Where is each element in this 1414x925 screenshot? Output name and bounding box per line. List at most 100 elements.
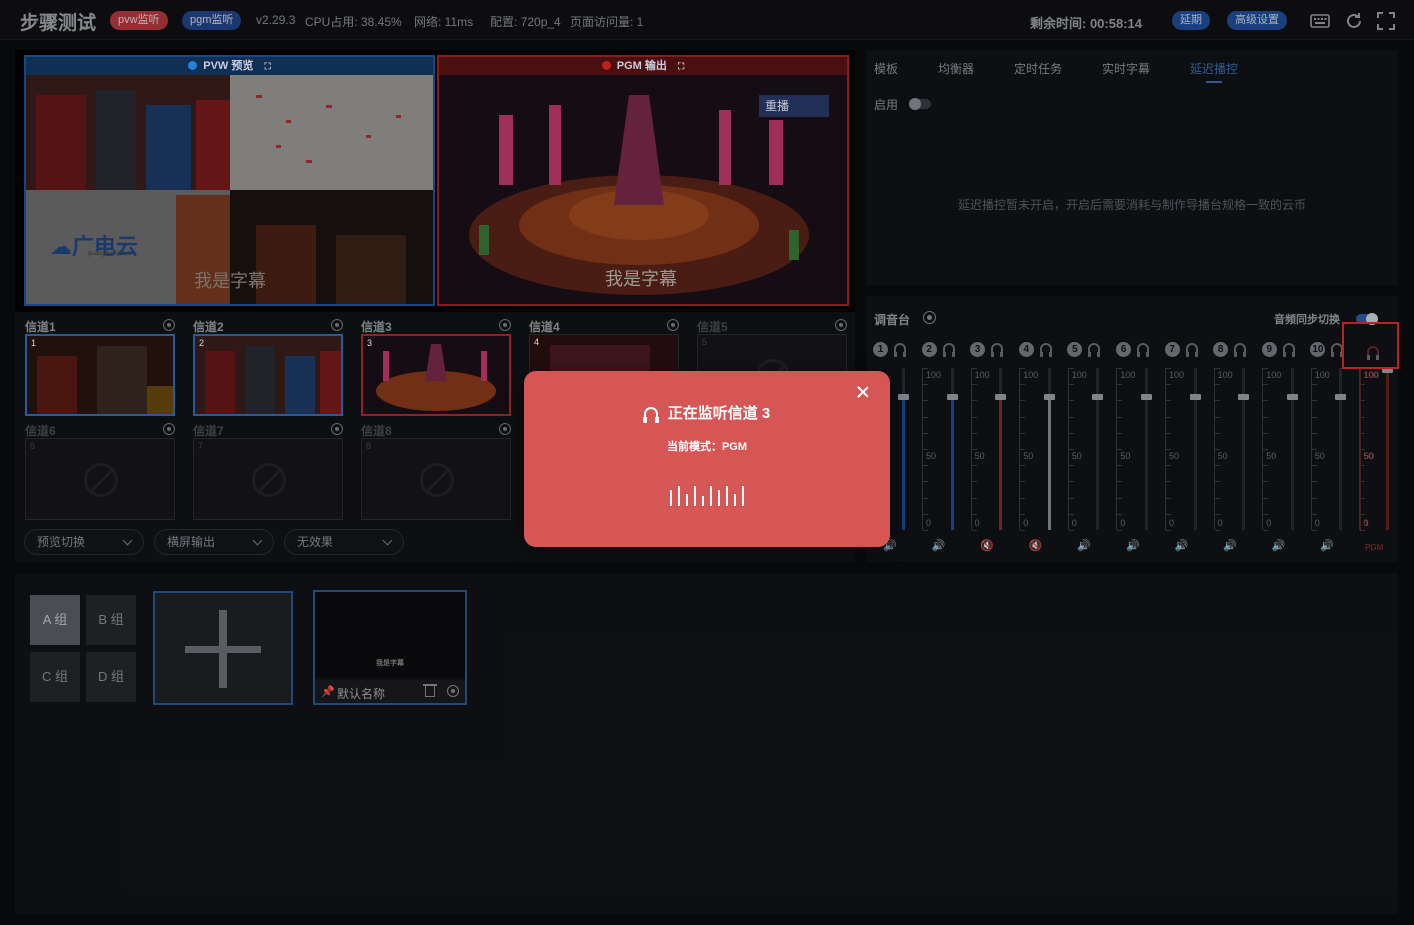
channel-settings-icon[interactable] [499, 319, 511, 331]
group-d-button[interactable]: D 组 [86, 652, 136, 702]
mixer-scale-tick [971, 368, 977, 369]
mixer-fader-knob[interactable] [1043, 394, 1055, 401]
effect-select[interactable]: 无效果 [284, 529, 404, 555]
channel-settings-icon[interactable] [835, 319, 847, 331]
mixer-fader-track[interactable] [1242, 368, 1246, 530]
mixer-fader-track[interactable] [1339, 368, 1343, 530]
mixer-fader-track[interactable] [1145, 368, 1148, 530]
close-icon[interactable] [856, 385, 870, 399]
channel-thumbnail[interactable]: 7 [193, 438, 343, 520]
mixer-fader-track[interactable] [1047, 368, 1051, 530]
group-a-button[interactable]: A 组 [30, 595, 80, 645]
pvw-monitor-badge[interactable]: pvw监听 [110, 11, 168, 30]
scene-card[interactable]: 我是字幕 📌 默认名称 [313, 590, 467, 705]
mixer-scale-tick [1311, 481, 1317, 483]
mixer-fader-knob[interactable] [946, 394, 958, 401]
speaker-icon[interactable]: 🔊 [932, 539, 946, 552]
mixer-fader-track[interactable] [1193, 368, 1197, 530]
mixer-fader-track[interactable] [902, 368, 905, 530]
pvw-expand-icon[interactable]: ⛶ [264, 61, 270, 71]
trash-icon[interactable] [423, 684, 437, 697]
mixer-fader-track[interactable] [1290, 368, 1294, 530]
channel-thumbnail[interactable]: 8 [361, 438, 511, 520]
tab-scheduled-tasks[interactable]: 定时任务 [1014, 60, 1062, 77]
mixer-fader-knob[interactable] [898, 394, 909, 401]
scene-name[interactable]: 默认名称 [337, 685, 385, 702]
channel-settings-icon[interactable] [667, 319, 679, 331]
pgm-expand-icon[interactable]: ⛶ [678, 61, 684, 71]
pgm-fader-track[interactable] [1386, 368, 1389, 530]
scene-settings-icon[interactable] [447, 685, 459, 697]
pgm-monitor-badge[interactable]: pgm监听 [182, 11, 242, 30]
mixer-fader-knob[interactable] [1141, 394, 1152, 401]
pgm-monitor[interactable]: PGM 输出 ⛶ 重播 我是字幕 [437, 55, 849, 306]
group-b-button[interactable]: B 组 [86, 595, 136, 645]
speaker-icon[interactable]: 🔊 [1223, 539, 1237, 552]
mixer-fader-knob[interactable] [1238, 394, 1250, 401]
mixer-fader-knob[interactable] [1335, 394, 1347, 401]
mixer-fader-knob[interactable] [1286, 394, 1298, 401]
mixer-fader-knob[interactable] [1092, 394, 1104, 401]
mixer-headphone-icon[interactable] [942, 343, 955, 357]
advanced-settings-button[interactable]: 高级设置 [1227, 11, 1287, 30]
scene-preview[interactable]: 我是字幕 [315, 592, 465, 678]
channel-settings-icon[interactable] [331, 423, 343, 435]
mixer-fader-track[interactable] [999, 368, 1003, 530]
tab-live-subtitles[interactable]: 实时字幕 [1102, 60, 1150, 77]
mixer-settings-icon[interactable] [923, 311, 936, 324]
channel-number: 2 [199, 338, 205, 348]
mixer-scale-tick [1166, 481, 1171, 483]
pvw-logo-sub: guangdianyun.tv [88, 251, 133, 257]
channel-settings-icon[interactable] [163, 319, 175, 331]
tab-delay-control[interactable]: 延迟播控 [1190, 60, 1238, 83]
mixer-scale-tick [971, 513, 977, 515]
mixer-scale-tick [1263, 530, 1269, 531]
speaker-icon[interactable]: 🔊 [1126, 539, 1140, 552]
mixer-scale-tick [1214, 449, 1220, 450]
refresh-icon[interactable] [1343, 10, 1365, 32]
channel-thumbnail[interactable]: 2 [193, 334, 343, 416]
fullscreen-icon[interactable] [1375, 10, 1397, 32]
mixer-scale-tick [1068, 432, 1074, 434]
tab-template[interactable]: 模板 [874, 60, 898, 77]
mixer-scale-tick [923, 513, 928, 515]
speaker-muted-icon[interactable]: 🔇 [1029, 539, 1043, 552]
speaker-muted-icon[interactable]: 🔇 [980, 539, 994, 552]
mixer-headphone-icon[interactable] [894, 343, 906, 357]
switch-mode-select[interactable]: 预览切换 [24, 529, 144, 555]
channel-thumbnail[interactable]: 1 [25, 334, 175, 416]
mixer-scale-tick [1068, 481, 1074, 483]
mixer-fader-knob[interactable] [995, 394, 1007, 401]
speaker-icon[interactable]: 🔊 [1077, 539, 1091, 552]
mixer-fader-track[interactable] [950, 368, 954, 530]
mixer-headphone-icon[interactable] [1088, 343, 1101, 357]
pin-icon[interactable]: 📌 [321, 685, 335, 698]
audio-wave-icon [670, 486, 750, 506]
channel-settings-icon[interactable] [163, 423, 175, 435]
channel-settings-icon[interactable] [331, 319, 343, 331]
extend-button[interactable]: 延期 [1172, 11, 1210, 30]
speaker-icon[interactable]: 🔊 [1320, 539, 1334, 552]
channel-thumbnail[interactable]: 6 [25, 438, 175, 520]
speaker-icon[interactable]: 🔊 [1272, 539, 1286, 552]
speaker-icon[interactable]: 🔊 [1175, 539, 1189, 552]
channel-number: 4 [534, 337, 540, 347]
mixer-headphone-icon[interactable] [1282, 343, 1295, 357]
channel-thumbnail[interactable]: 3 [361, 334, 511, 416]
pvw-monitor[interactable]: PVW 预览 ⛶ ☁广电云 guangdianyun.tv 我是字幕 [24, 55, 435, 306]
tab-equalizer[interactable]: 均衡器 [938, 60, 974, 77]
mixer-headphone-icon[interactable] [1137, 343, 1149, 357]
keyboard-icon[interactable] [1309, 10, 1331, 32]
mixer-fader-track[interactable] [1096, 368, 1100, 530]
add-scene-button[interactable] [153, 591, 293, 705]
mixer-fader-knob[interactable] [1189, 394, 1201, 401]
mixer-headphone-icon[interactable] [1185, 343, 1198, 357]
mixer-headphone-icon[interactable] [1039, 343, 1052, 357]
delay-enable-toggle[interactable] [909, 98, 931, 110]
mixer-headphone-icon[interactable] [1234, 343, 1247, 357]
output-mode-select[interactable]: 横屏输出 [154, 529, 274, 555]
mixer-headphone-icon[interactable] [991, 343, 1004, 357]
group-c-button[interactable]: C 组 [30, 652, 80, 702]
channel-settings-icon[interactable] [499, 423, 511, 435]
mixer-scale: 100 50 0 [1067, 368, 1088, 531]
